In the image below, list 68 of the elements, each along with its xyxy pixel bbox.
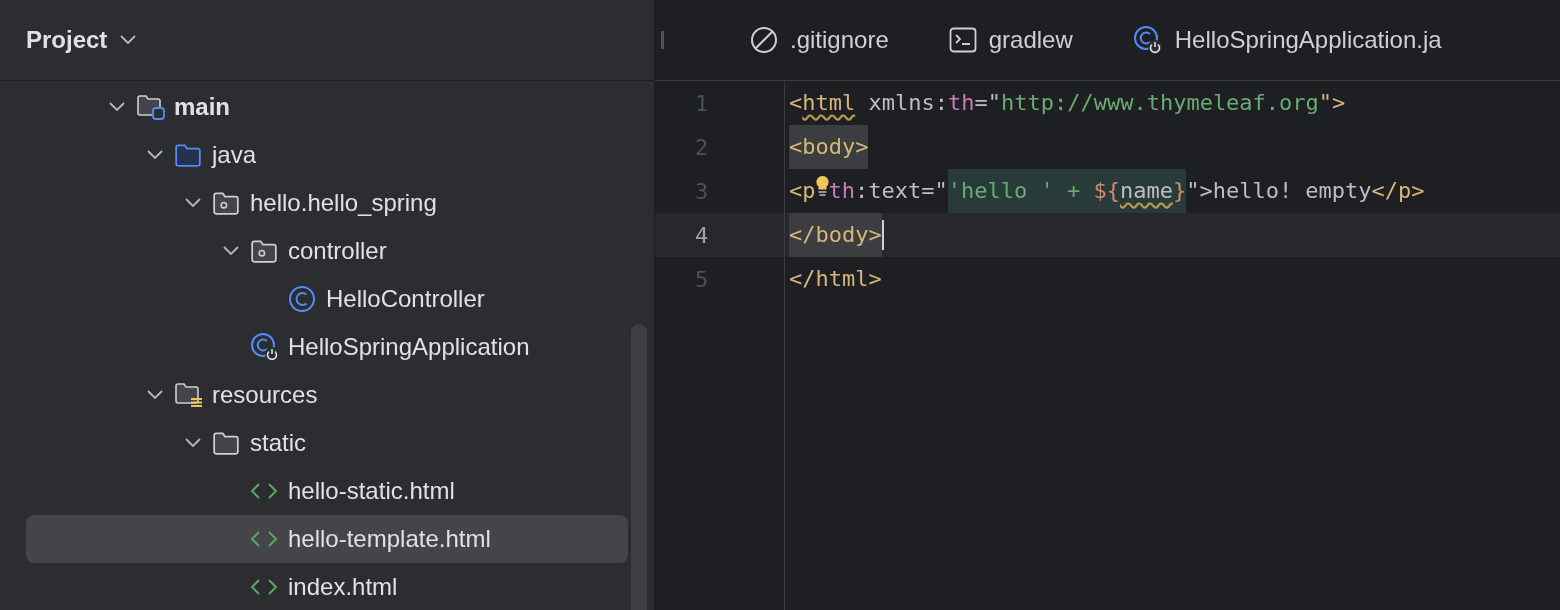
tree-row[interactable]: index.html [26,563,628,610]
class-power-icon [1132,25,1163,55]
tree-row[interactable]: hello-template.html [26,515,628,563]
tree-item-label: java [212,140,257,170]
tree-item-label: hello-template.html [288,524,491,554]
editor-tab[interactable]: .gitignore [750,0,889,80]
chevron-down-icon[interactable] [108,101,126,113]
tree-item-label: HelloSpringApplication [288,332,530,362]
tree-row[interactable]: resources [26,371,628,419]
chevron-down-icon[interactable] [146,389,164,401]
chevron-down-icon[interactable] [119,34,138,46]
tree-row[interactable]: HelloSpringApplication [26,323,628,371]
panel-title[interactable]: Project [26,22,108,58]
code-token: xmlns: [867,89,948,117]
package-folder-icon [250,238,278,264]
code-token: th [947,89,975,117]
tree-row[interactable]: hello-static.html [26,467,628,515]
code-brackets-icon [250,482,278,500]
editor-tab[interactable]: HelloSpringApplication.ja [1132,0,1442,80]
code-token: html [802,89,856,117]
class-power-icon [250,332,280,362]
code-token: ${ [1093,169,1120,213]
package-folder-icon [212,190,240,216]
chevron-down-icon[interactable] [184,437,202,449]
chevron-down-icon[interactable] [146,149,164,161]
tree-row[interactable]: java [26,131,628,179]
prohibited-icon [750,26,778,54]
tree-item-label: index.html [288,572,398,602]
terminal-icon [948,27,977,53]
chevron-down-icon[interactable] [222,245,240,257]
folder-icon [212,430,240,456]
code-token: name [1119,169,1173,213]
chevron-down-icon[interactable] [184,197,202,209]
code-token: "> [1318,89,1346,117]
tree-item-label: static [250,428,306,458]
tree-row[interactable]: static [26,419,628,467]
tree-row[interactable]: main [26,83,628,131]
code-token: "> [1186,177,1213,205]
code-brackets-icon [250,530,278,548]
resources-folder-icon [174,381,204,409]
folder-icon [136,93,166,121]
editor-tab[interactable]: gradlew [948,0,1073,80]
code-token: =" [974,89,1001,117]
tree-item-label: hello-static.html [288,476,455,506]
code-token: :text=" [855,177,948,205]
code-token: </html> [789,265,882,293]
line-number: 4 [695,221,709,250]
code-brackets-icon [250,578,278,596]
tree-row[interactable]: HelloController [26,275,628,323]
tree-item-label: resources [212,380,318,410]
tree-item-label: HelloController [326,284,485,314]
class-icon [288,285,316,313]
code-token: hello! empty [1212,177,1372,205]
code-token: 'hello ' + [947,169,1094,213]
tree-item-label: hello.hello_spring [250,188,437,218]
code-token: </body> [789,213,882,257]
tree-row[interactable]: controller [26,227,628,275]
tree-item-label: main [174,92,230,122]
tree-item-label: controller [288,236,387,266]
code-token: <p [789,177,816,205]
code-token: th [828,177,855,205]
tree-row[interactable]: hello.hello_spring [26,179,628,227]
folder-icon [174,142,202,168]
code-token: <body> [789,125,869,169]
code-token: </p> [1371,177,1425,205]
code-token: http://www.thymeleaf.org [1000,89,1319,117]
lightbulb-icon[interactable] [815,175,829,199]
code-token: < [789,89,803,117]
